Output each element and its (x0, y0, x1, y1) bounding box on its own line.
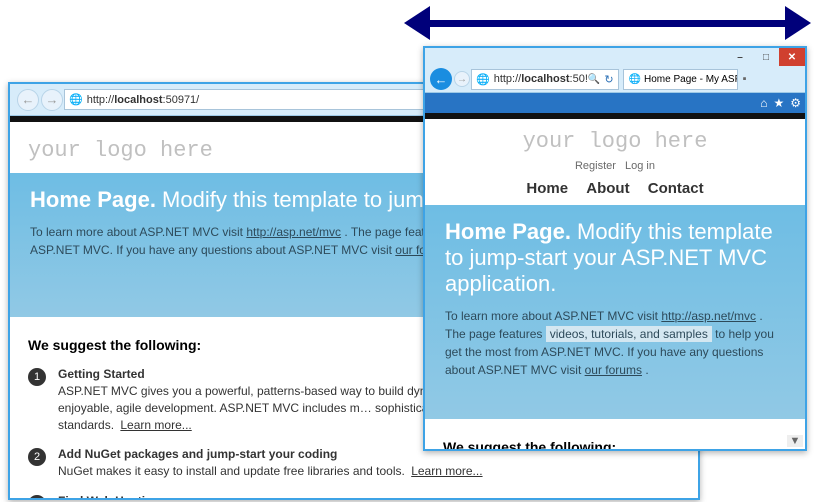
page-viewport: your logo here Register Log in Home Abou… (425, 113, 805, 449)
number-bullet: 3 (28, 495, 46, 498)
number-bullet: 1 (28, 368, 46, 386)
register-link[interactable]: Register (575, 160, 616, 172)
minimize-button[interactable]: – (727, 48, 753, 66)
back-button[interactable]: ← (430, 68, 452, 90)
window-titlebar: – □ ✕ (425, 48, 805, 66)
learn-more-link[interactable]: Learn more... (120, 418, 191, 432)
url-host: localhost (114, 94, 162, 106)
url-prefix: http:// (494, 73, 522, 85)
nav-home[interactable]: Home (526, 180, 568, 197)
browser-chrome: ← → 🌐 http:// localhost :50! 🔍 ↻ 🌐 Home … (425, 66, 805, 93)
url-prefix: http:// (87, 94, 115, 106)
browser-window-narrow: – □ ✕ ← → 🌐 http:// localhost :50! 🔍 ↻ 🌐… (423, 46, 807, 451)
home-icon[interactable]: ⌂ (760, 96, 767, 110)
url-host: localhost (521, 73, 569, 85)
globe-icon: 🌐 (69, 93, 83, 106)
forward-button[interactable]: → (454, 71, 470, 87)
forward-button[interactable]: → (41, 89, 63, 111)
list-item: 2 Add NuGet packages and jump-start your… (28, 447, 680, 480)
item-desc: NuGet makes it easy to install and updat… (58, 464, 483, 478)
address-bar[interactable]: 🌐 http:// localhost :50! 🔍 ↻ (471, 69, 619, 90)
new-tab-button[interactable]: ▪ (738, 73, 752, 85)
globe-icon: 🌐 (476, 73, 490, 86)
mvc-link[interactable]: http://asp.net/mvc (246, 225, 341, 239)
maximize-button[interactable]: □ (753, 48, 779, 66)
main-nav: Home About Contact (443, 178, 787, 205)
url-port: :50971/ (163, 94, 200, 106)
suggest-heading: We suggest the following: (443, 439, 787, 449)
page-icon: 🌐 (629, 74, 641, 85)
highlight-text: videos, tutorials, and samples (546, 326, 712, 342)
account-links: Register Log in (443, 158, 787, 178)
list-item: 3 Find Web Hosting You can easily find a… (28, 494, 680, 498)
arrow-right-head (785, 6, 811, 40)
hero-heading: Home Page. Modify this template to jump-… (445, 219, 785, 297)
logo-placeholder: your logo here (443, 119, 787, 158)
number-bullet: 2 (28, 448, 46, 466)
resize-arrow (410, 6, 805, 40)
refresh-icon[interactable]: ↻ (604, 73, 613, 86)
forums-link[interactable]: our forums (585, 363, 642, 377)
command-bar: ⌂ ★ ⚙ (425, 93, 805, 113)
login-link[interactable]: Log in (625, 160, 655, 172)
back-button[interactable]: ← (17, 89, 39, 111)
hero-lead: To learn more about ASP.NET MVC visit ht… (445, 307, 785, 379)
nav-about[interactable]: About (586, 180, 629, 197)
nav-contact[interactable]: Contact (648, 180, 704, 197)
hero-banner: Home Page. Modify this template to jump-… (425, 205, 805, 419)
scroll-down-icon[interactable]: ▼ (787, 435, 803, 447)
settings-icon[interactable]: ⚙ (790, 96, 801, 110)
search-icon[interactable]: 🔍 (588, 74, 600, 85)
item-title: Find Web Hosting (58, 494, 680, 498)
arrow-left-head (404, 6, 430, 40)
mvc-link[interactable]: http://asp.net/mvc (661, 309, 756, 323)
arrow-line (428, 20, 787, 27)
tab-title: Home Page - My ASP... (644, 74, 738, 85)
close-button[interactable]: ✕ (779, 48, 805, 66)
url-port: :50! (570, 73, 588, 85)
browser-tab[interactable]: 🌐 Home Page - My ASP... ✕ (623, 69, 738, 90)
suggest-section: We suggest the following: Getting Starte… (443, 419, 787, 449)
learn-more-link[interactable]: Learn more... (411, 464, 482, 478)
favorites-icon[interactable]: ★ (773, 96, 784, 110)
